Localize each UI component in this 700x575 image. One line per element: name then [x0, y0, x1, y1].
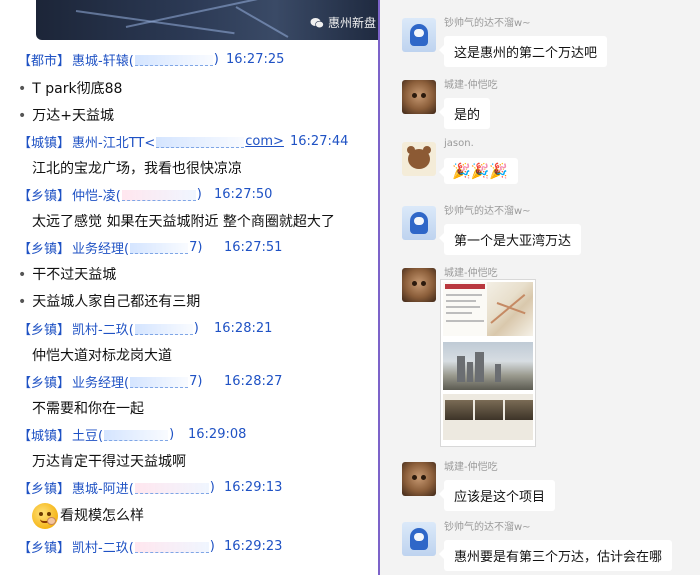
- sender-name: 钞帅气的达不溜w~: [444, 522, 531, 533]
- message-text: • 天益城人家自己都还有三期: [18, 294, 201, 310]
- sender-name: 城建-仲恺吃: [444, 462, 498, 473]
- avatar[interactable]: [402, 18, 436, 52]
- thinking-face-icon: [32, 503, 58, 529]
- redacted-id: [134, 542, 209, 553]
- message-bubble[interactable]: 是的: [438, 98, 491, 129]
- message-text: 江北的宝龙广场，我看也很快凉凉: [32, 161, 242, 177]
- timestamp: 16:27:44: [290, 134, 349, 149]
- message-bubble[interactable]: 惠州要是有第三个万达，估计会在哪: [438, 540, 673, 571]
- message-text: • 干不过天益城: [18, 267, 117, 283]
- message-header: 【乡镇】 业务经理( 7) 16:27:51: [18, 238, 283, 257]
- message-text: 太远了感觉 如果在天益城附近 整个商圈就超大了: [32, 214, 335, 230]
- shared-map-image[interactable]: 惠州新盘: [36, 0, 378, 40]
- sender-name: jason.: [444, 138, 474, 149]
- avatar[interactable]: [402, 142, 436, 176]
- sender-name[interactable]: 仲恺-凌(: [72, 185, 121, 204]
- redacted-id: [134, 324, 193, 335]
- message-text: 仲恺大道对标龙岗大道: [32, 348, 172, 364]
- group-tag: 【乡镇】: [18, 242, 71, 257]
- redacted-email: [156, 137, 245, 148]
- sender-name: 城建-仲恺吃: [444, 268, 498, 279]
- redacted-id: [134, 55, 213, 66]
- timestamp: 16:27:25: [226, 52, 285, 67]
- message-header: 【乡镇】 凯村-二玖( ) 16:29:23: [18, 537, 283, 556]
- sender-name[interactable]: 凯村-二玖(: [72, 319, 134, 338]
- group-tag: 【都市】: [18, 54, 71, 69]
- message-header: 【都市】 惠城-轩辕( ) 16:27:25: [18, 50, 285, 69]
- message-bubble[interactable]: 这是惠州的第二个万达吧: [438, 36, 608, 67]
- timestamp: 16:28:21: [214, 321, 273, 336]
- redacted-id: [104, 430, 169, 441]
- timestamp: 16:27:51: [224, 240, 283, 255]
- group-tag: 【乡镇】: [18, 323, 71, 338]
- wechat-icon: [310, 17, 324, 28]
- message-bubble[interactable]: 第一个是大亚湾万达: [438, 224, 582, 255]
- party-popper-icon: 🎉🎉🎉: [452, 162, 509, 180]
- sender-name[interactable]: 惠州-江北TT<: [72, 132, 155, 151]
- group-tag: 【乡镇】: [18, 376, 71, 391]
- group-tag: 【城镇】: [18, 136, 71, 151]
- message-header: 【城镇】 惠州-江北TT< com> 16:27:44: [18, 132, 348, 151]
- timestamp: 16:29:23: [224, 539, 283, 554]
- group-tag: 【城镇】: [18, 429, 71, 444]
- sender-name[interactable]: 业务经理(: [72, 372, 129, 391]
- sender-name: 钞帅气的达不溜w~: [444, 18, 531, 29]
- message-text: • 万达+天益城: [18, 108, 114, 124]
- message-header: 【乡镇】 仲恺-凌( ) 16:27:50: [18, 185, 273, 204]
- watermark: 惠州新盘: [310, 14, 376, 31]
- avatar[interactable]: [402, 268, 436, 302]
- wechat-chat-panel: 钞帅气的达不溜w~ 这是惠州的第二个万达吧 城建-仲恺吃 是的 jason. 🎉…: [380, 0, 700, 575]
- qq-chat-panel: 惠州新盘 【都市】 惠城-轩辕( ) 16:27:25 • T park彻底88 …: [0, 0, 378, 575]
- message-text: 不需要和你在一起: [32, 401, 144, 417]
- timestamp: 16:29:13: [224, 480, 283, 495]
- message-bubble[interactable]: 🎉🎉🎉: [438, 158, 519, 184]
- message-header: 【乡镇】 业务经理( 7) 16:28:27: [18, 372, 283, 391]
- sender-name[interactable]: 土豆(: [72, 425, 103, 444]
- timestamp: 16:29:08: [188, 427, 247, 442]
- message-text: 看规模怎么样: [32, 503, 144, 529]
- timestamp: 16:27:50: [214, 187, 273, 202]
- sender-name: 城建-仲恺吃: [444, 80, 498, 91]
- avatar[interactable]: [402, 80, 436, 114]
- sender-name: 钞帅气的达不溜w~: [444, 206, 531, 217]
- watermark-text: 惠州新盘: [327, 16, 376, 30]
- sender-email[interactable]: com>: [245, 134, 284, 149]
- group-tag: 【乡镇】: [18, 482, 71, 497]
- avatar[interactable]: [402, 522, 436, 556]
- message-text: • T park彻底88: [18, 81, 123, 97]
- sender-name[interactable]: 业务经理(: [72, 238, 129, 257]
- message-header: 【城镇】 土豆( ) 16:29:08: [18, 425, 247, 444]
- sender-name[interactable]: 凯村-二玖(: [72, 537, 134, 556]
- message-header: 【乡镇】 惠城-阿进( ) 16:29:13: [18, 478, 283, 497]
- redacted-id: [121, 190, 196, 201]
- redacted-id: [130, 377, 189, 388]
- message-bubble[interactable]: 应该是这个项目: [438, 480, 556, 511]
- redacted-id: [134, 483, 209, 494]
- sender-name[interactable]: 惠城-阿进(: [72, 478, 134, 497]
- message-header: 【乡镇】 凯村-二玖( ) 16:28:21: [18, 319, 273, 338]
- message-text: 万达肯定干得过天益城啊: [32, 454, 186, 470]
- timestamp: 16:28:27: [224, 374, 283, 389]
- redacted-id: [130, 243, 189, 254]
- avatar[interactable]: [402, 206, 436, 240]
- shared-project-image[interactable]: [440, 279, 536, 447]
- group-tag: 【乡镇】: [18, 189, 71, 204]
- avatar[interactable]: [402, 462, 436, 496]
- sender-name[interactable]: 惠城-轩辕(: [72, 50, 134, 69]
- group-tag: 【乡镇】: [18, 541, 71, 556]
